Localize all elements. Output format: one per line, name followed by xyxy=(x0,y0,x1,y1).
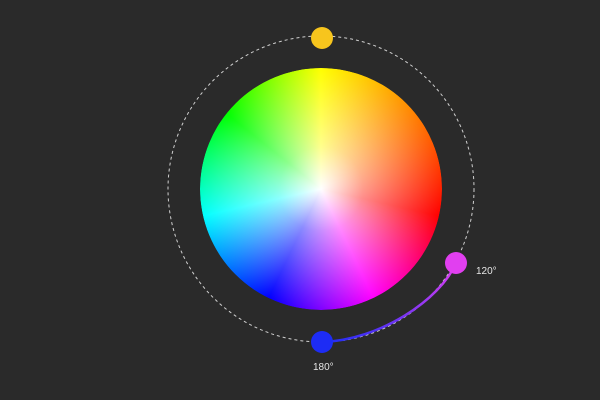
handle-yellow[interactable] xyxy=(311,27,333,49)
color-wheel[interactable] xyxy=(200,68,442,310)
handle-magenta[interactable] xyxy=(445,252,467,274)
angle-label-180: 180° xyxy=(313,362,334,373)
angle-label-120: 120° xyxy=(476,266,497,277)
color-wheel-canvas xyxy=(167,27,475,353)
handle-blue[interactable] xyxy=(311,331,333,353)
